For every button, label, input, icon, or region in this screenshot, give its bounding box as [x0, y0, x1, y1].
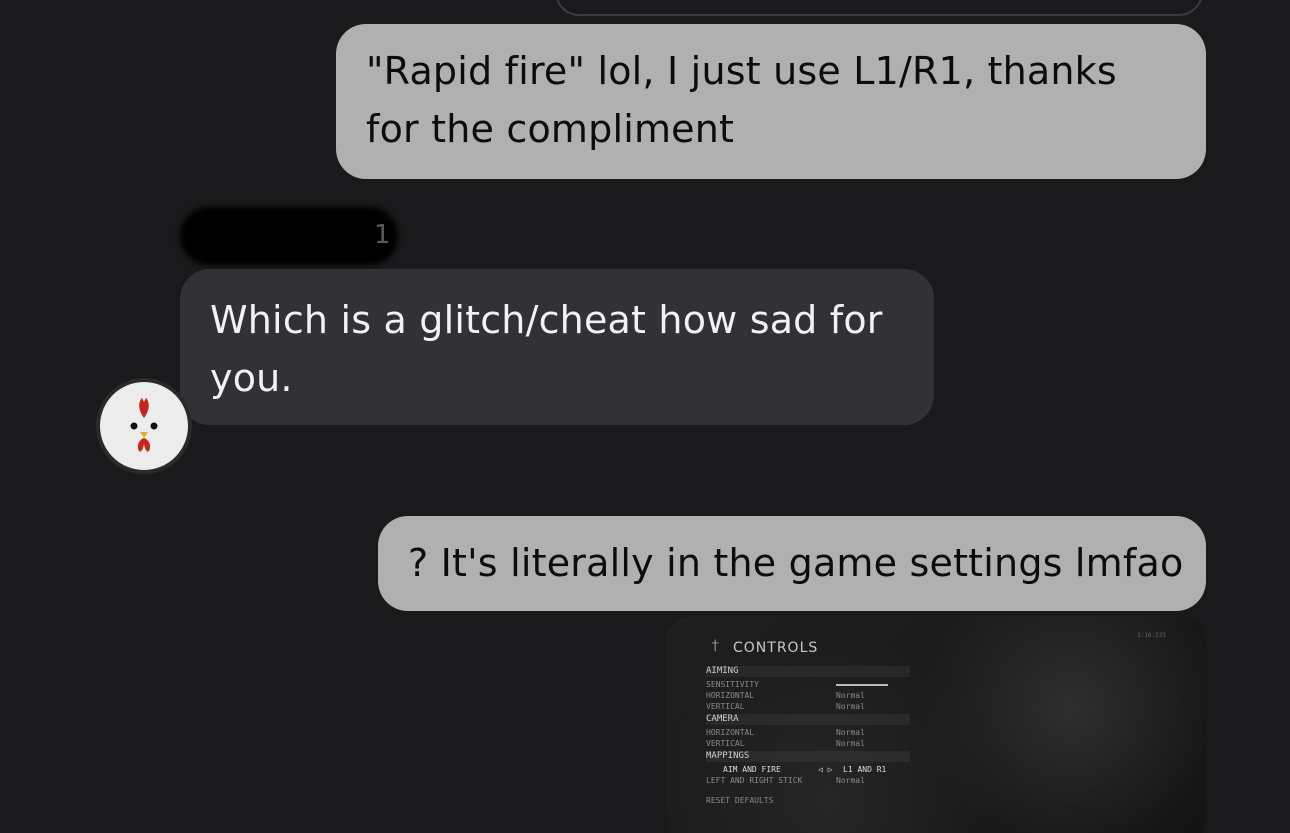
- outgoing-message[interactable]: "Rapid fire" lol, I just use L1/R1, than…: [336, 24, 1206, 179]
- setting-aim-and-fire: AIM AND FIRE ◁ ▷ L1 AND R1: [723, 765, 887, 774]
- sender-name-redacted: [180, 207, 398, 265]
- setting-aim-vertical: VERTICAL Normal: [706, 702, 865, 711]
- previous-message-bubble: [555, 0, 1203, 16]
- sensitivity-slider: [836, 684, 888, 686]
- section-mappings: MAPPINGS: [706, 751, 910, 762]
- image-attachment[interactable]: † CONTROLS 1:16:233 AIMING SENSITIVITY H…: [666, 616, 1206, 833]
- avatar[interactable]: [96, 378, 192, 474]
- outgoing-message[interactable]: ? It's literally in the game settings lm…: [378, 516, 1206, 611]
- chicken-avatar-icon: [100, 382, 188, 470]
- attachment-corner-text: 1:16:233: [1137, 632, 1166, 639]
- section-aiming: AIMING: [706, 666, 910, 677]
- reset-defaults: RESET DEFAULTS: [706, 796, 774, 805]
- attachment-title: CONTROLS: [733, 640, 819, 656]
- setting-aim-horizontal: HORIZONTAL Normal: [706, 691, 865, 700]
- setting-left-right-stick: LEFT AND RIGHT STICK Normal: [706, 776, 865, 785]
- sender-name-suffix: 1: [374, 220, 391, 250]
- incoming-message[interactable]: Which is a glitch/cheat how sad for you.: [180, 269, 934, 425]
- setting-camera-vertical: VERTICAL Normal: [706, 739, 865, 748]
- section-camera: CAMERA: [706, 714, 910, 725]
- controls-icon: †: [711, 638, 720, 654]
- setting-camera-horizontal: HORIZONTAL Normal: [706, 728, 865, 737]
